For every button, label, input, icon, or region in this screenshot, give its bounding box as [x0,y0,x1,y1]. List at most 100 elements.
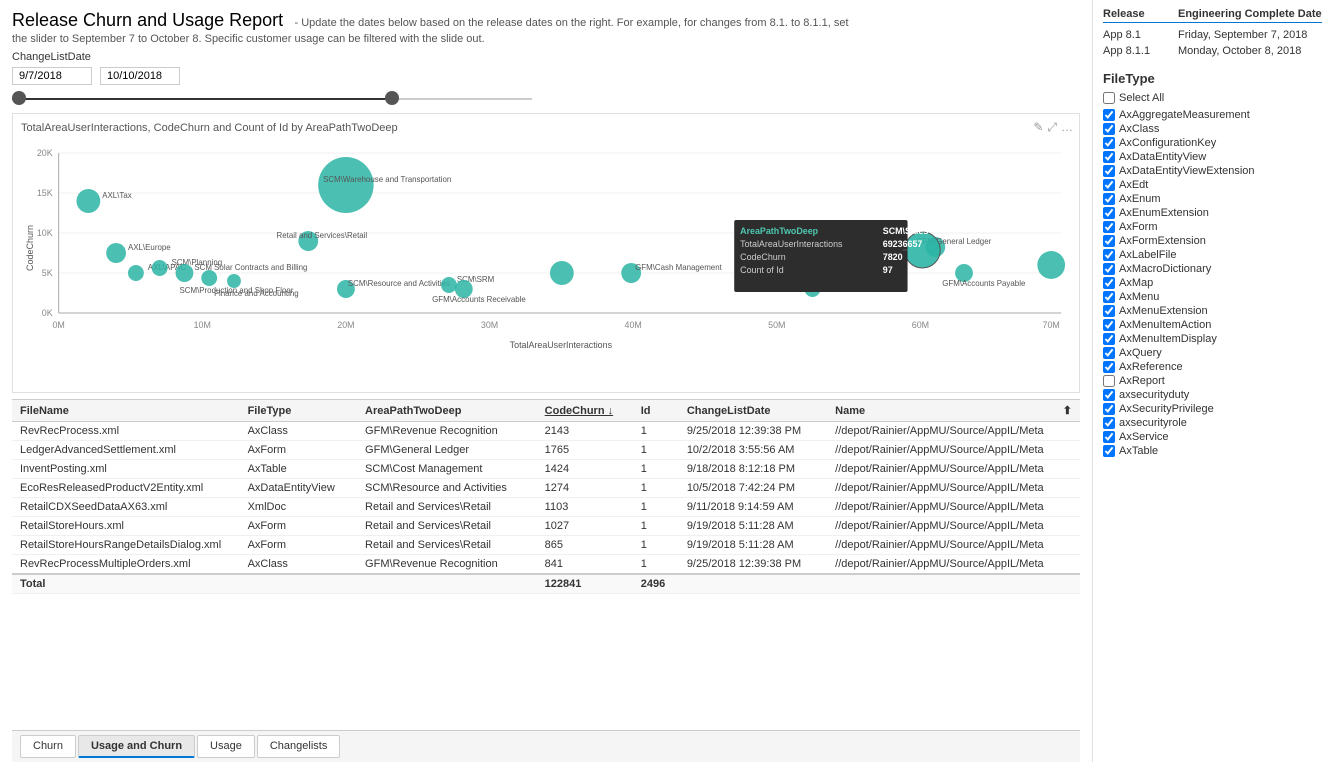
svg-text:Retail and Services\Retail: Retail and Services\Retail [277,231,368,240]
filetype-checkbox[interactable] [1103,375,1115,387]
filetype-checkbox[interactable] [1103,347,1115,359]
scatter-dot[interactable] [1037,251,1065,279]
col-header-id[interactable]: Id [633,400,679,422]
filetype-label: AxReference [1119,361,1183,373]
filetype-checkbox[interactable] [1103,389,1115,401]
filetype-label: AxSecurityPrivilege [1119,403,1214,415]
end-date-input[interactable] [100,67,180,85]
filetype-item[interactable]: AxEnumExtension [1103,206,1322,220]
filetype-checkbox[interactable] [1103,291,1115,303]
filetype-item[interactable]: AxForm [1103,220,1322,234]
filetype-item[interactable]: AxReport [1103,374,1322,388]
filetype-checkbox[interactable] [1103,305,1115,317]
svg-text:70M: 70M [1043,320,1060,330]
filetype-item[interactable]: AxLabelFile [1103,248,1322,262]
scatter-dot[interactable] [550,261,574,285]
tab-churn[interactable]: Churn [20,735,76,758]
filetype-item[interactable]: AxQuery [1103,346,1322,360]
edit-icon[interactable]: ✎ [1033,120,1043,135]
scatter-dot[interactable] [76,189,100,213]
filetype-item[interactable]: axsecurityduty [1103,388,1322,402]
filetype-item[interactable]: AxEdt [1103,178,1322,192]
filetype-checkbox[interactable] [1103,151,1115,163]
filetype-item[interactable]: AxMenuItemAction [1103,318,1322,332]
date-range-slider[interactable] [12,91,532,107]
scatter-plot: 20K 15K 10K 5K 0K CodeChurn [21,138,1071,378]
svg-text:SCM\Warehouse and Transportati: SCM\Warehouse and Transportation [323,175,451,184]
filetype-label: AxEdt [1119,179,1148,191]
filetype-item[interactable]: AxFormExtension [1103,234,1322,248]
scatter-dot[interactable] [152,260,168,276]
table-container[interactable]: FileName FileType AreaPathTwoDeep CodeCh… [12,400,1080,730]
filetype-label: AxEnum [1119,193,1161,205]
filetype-checkbox[interactable] [1103,221,1115,233]
slider-thumb-right[interactable] [385,91,399,105]
filetype-checkbox[interactable] [1103,193,1115,205]
filetype-checkbox[interactable] [1103,235,1115,247]
filetype-item[interactable]: AxMap [1103,276,1322,290]
filetype-checkbox[interactable] [1103,109,1115,121]
filetype-item[interactable]: AxReference [1103,360,1322,374]
filetype-item[interactable]: AxClass [1103,122,1322,136]
scatter-dot[interactable] [201,270,217,286]
filetype-label: AxClass [1119,123,1159,135]
filetype-item[interactable]: AxMenuExtension [1103,304,1322,318]
filetype-checkbox[interactable] [1103,403,1115,415]
filetype-item[interactable]: AxMacroDictionary [1103,262,1322,276]
filetype-checkbox[interactable] [1103,417,1115,429]
filetype-checkbox[interactable] [1103,445,1115,457]
scatter-chart-section: TotalAreaUserInteractions, CodeChurn and… [12,113,1080,393]
filetype-checkbox[interactable] [1103,137,1115,149]
tab-changelists[interactable]: Changelists [257,735,340,758]
chart-actions[interactable]: ✎ ⤢ … [1033,120,1073,135]
col-header-filetype[interactable]: FileType [240,400,357,422]
filetype-checkbox[interactable] [1103,431,1115,443]
scatter-dot[interactable] [318,157,373,213]
filetype-checkbox[interactable] [1103,249,1115,261]
filetype-item[interactable]: AxTable [1103,444,1322,458]
filetype-checkbox[interactable] [1103,319,1115,331]
col-header-filename[interactable]: FileName [12,400,240,422]
filetype-item[interactable]: AxSecurityPrivilege [1103,402,1322,416]
filetype-checkbox[interactable] [1103,361,1115,373]
filetype-item[interactable]: AxEnum [1103,192,1322,206]
filetype-item[interactable]: AxDataEntityView [1103,150,1322,164]
filetype-checkbox[interactable] [1103,165,1115,177]
filetype-item[interactable]: axsecurityrole [1103,416,1322,430]
filetype-checkbox[interactable] [1103,179,1115,191]
filetype-checkbox[interactable] [1103,333,1115,345]
tab-usage-and-churn[interactable]: Usage and Churn [78,735,195,758]
expand-icon[interactable]: ⤢ [1047,120,1057,135]
scatter-dot[interactable] [106,243,126,263]
scatter-dot[interactable] [227,274,241,288]
scatter-dot[interactable] [441,277,457,293]
scatter-dot[interactable] [128,265,144,281]
filetype-checkbox[interactable] [1103,207,1115,219]
filetype-item[interactable]: AxConfigurationKey [1103,136,1322,150]
release-row: App 8.1Friday, September 7, 2018 [1103,27,1322,43]
svg-text:5K: 5K [42,268,53,278]
more-icon[interactable]: … [1061,120,1073,135]
col-header-changelistdate[interactable]: ChangeListDate [679,400,827,422]
tab-usage[interactable]: Usage [197,735,255,758]
col-header-name[interactable]: Name [827,400,1055,422]
start-date-input[interactable] [12,67,92,85]
filetype-item[interactable]: AxMenu [1103,290,1322,304]
col-header-codechurn[interactable]: CodeChurn ↓ [537,400,633,422]
svg-text:0M: 0M [52,320,64,330]
filetype-checkbox[interactable] [1103,263,1115,275]
filetype-item[interactable]: AxAggregateMeasurement [1103,108,1322,122]
filetype-item[interactable]: AxDataEntityViewExtension [1103,164,1322,178]
filetype-checkbox[interactable] [1103,277,1115,289]
col-header-scroll[interactable]: ⬆ [1055,400,1080,422]
scatter-dot[interactable] [176,264,194,282]
slider-thumb-left[interactable] [12,91,26,105]
filetype-checkbox[interactable] [1103,123,1115,135]
table-row: RetailStoreHoursRangeDetailsDialog.xmlAx… [12,536,1080,555]
scatter-dot-highlighted[interactable] [905,232,941,268]
col-header-areapath[interactable]: AreaPathTwoDeep [357,400,537,422]
filetype-item[interactable]: AxMenuItemDisplay [1103,332,1322,346]
select-all-checkbox[interactable] [1103,92,1115,104]
filetype-select-all[interactable]: Select All [1103,92,1322,104]
filetype-item[interactable]: AxService [1103,430,1322,444]
